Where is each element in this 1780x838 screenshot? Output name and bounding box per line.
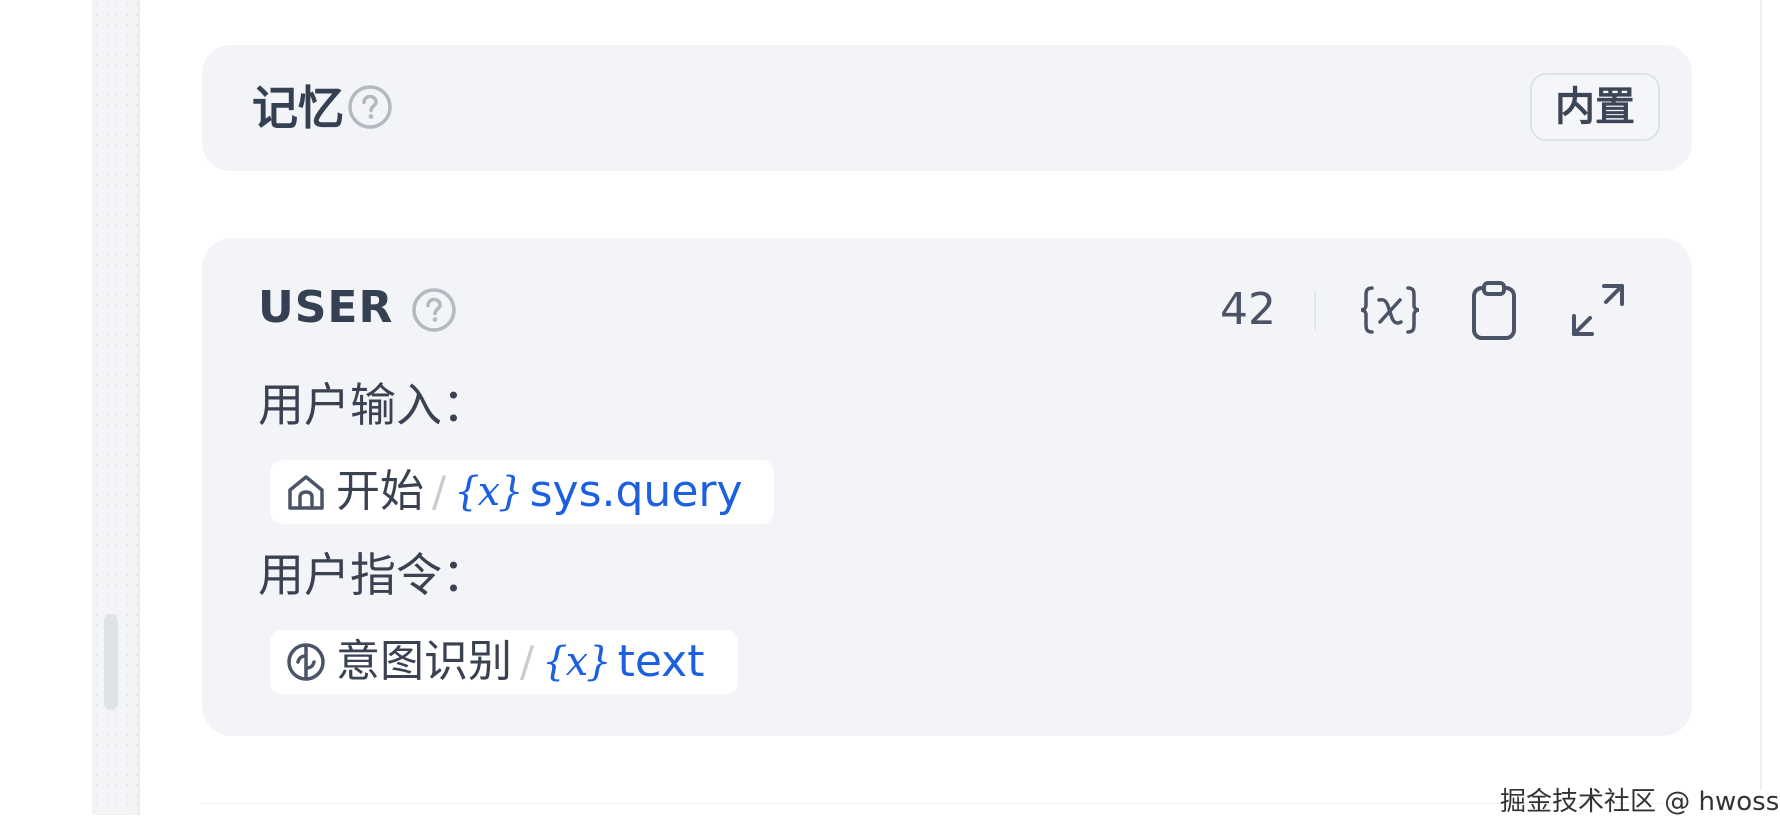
intent-classifier-icon xyxy=(287,643,325,681)
watermark: 掘金技术社区 @ hwoss xyxy=(1500,787,1780,817)
workflow-node-panel: 记忆 内置 USER 42 用户输入： 开始 / {x} sys.query 用… xyxy=(0,0,1780,838)
chip-variable-name: text xyxy=(617,636,705,687)
section-divider xyxy=(202,803,1692,804)
variable-icon: {x} xyxy=(454,469,523,515)
memory-section: 记忆 内置 xyxy=(202,45,1692,171)
gutter-divider xyxy=(138,0,140,815)
chip-variable-name: sys.query xyxy=(529,466,743,517)
chip-separator: / xyxy=(520,637,535,686)
user-prompt-section: USER 42 用户输入： 开始 / {x} sys.query 用户指令： 意… xyxy=(202,238,1692,736)
scrollbar-thumb[interactable] xyxy=(104,614,118,710)
chip-node-name: 开始 xyxy=(336,466,424,517)
home-icon xyxy=(288,475,324,510)
token-count: 42 xyxy=(1220,284,1276,335)
variable-chip[interactable]: 开始 / {x} sys.query xyxy=(270,460,774,524)
toolbar-divider xyxy=(1314,290,1316,330)
builtin-badge: 内置 xyxy=(1530,73,1660,141)
role-title: USER xyxy=(258,282,394,333)
help-icon[interactable] xyxy=(346,83,394,131)
variable-chip[interactable]: 意图识别 / {x} text xyxy=(270,630,738,694)
variable-icon[interactable] xyxy=(1358,278,1422,342)
clipboard-icon[interactable] xyxy=(1462,278,1526,342)
prompt-line-label: 用户指令： xyxy=(258,548,488,602)
expand-icon[interactable] xyxy=(1566,278,1630,342)
chip-node-name: 意图识别 xyxy=(336,636,512,687)
prompt-line-label: 用户输入： xyxy=(258,378,488,432)
memory-title: 记忆 xyxy=(252,81,344,135)
chip-separator: / xyxy=(432,467,447,516)
panel-right-border xyxy=(1760,0,1762,790)
variable-icon: {x} xyxy=(542,639,611,685)
help-icon[interactable] xyxy=(410,286,458,334)
